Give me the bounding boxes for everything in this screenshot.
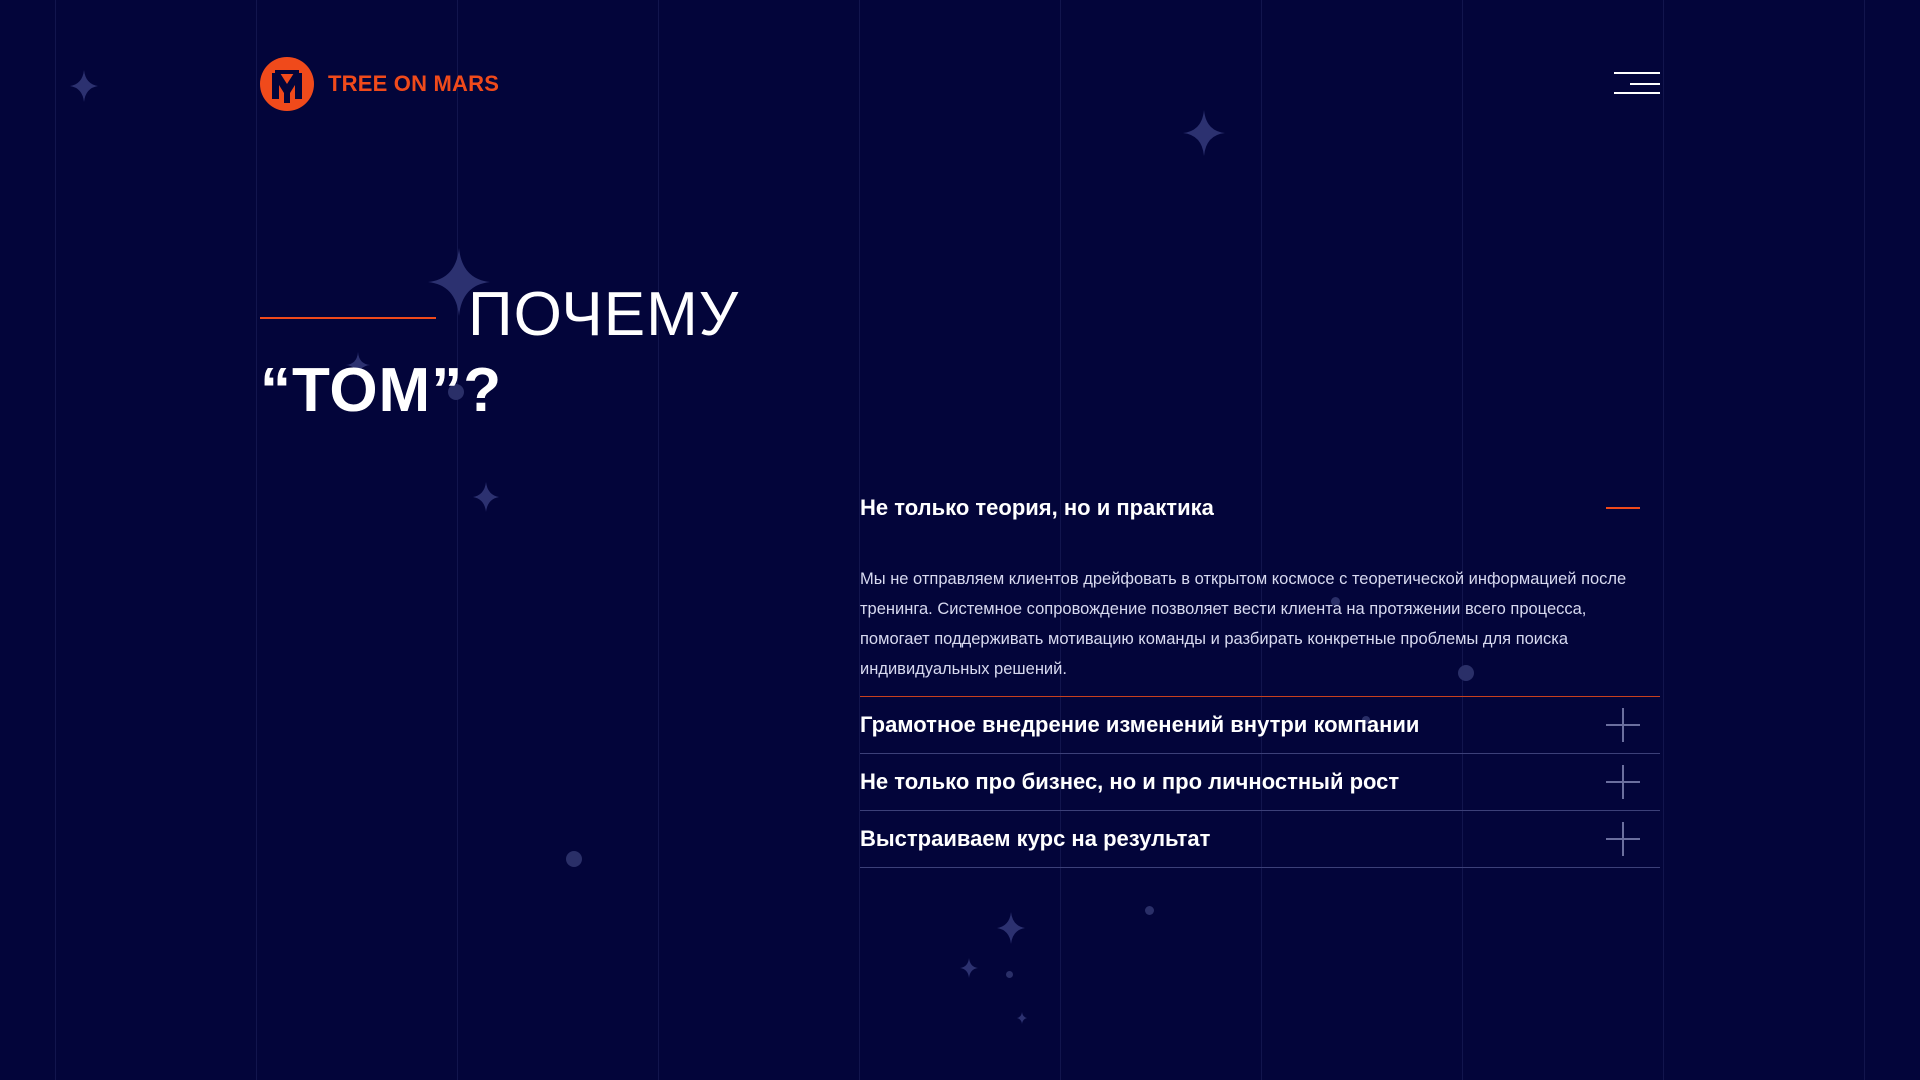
sparkle-star-icon — [1183, 110, 1225, 156]
section-title-line-2: “ТОМ”? — [260, 356, 503, 425]
logo-text: TREE ON MARS — [328, 71, 500, 96]
accordion-body: Мы не отправляем клиентов дрейфовать в о… — [860, 570, 1627, 678]
title-accent-line — [260, 317, 436, 319]
menu-line — [1630, 83, 1660, 85]
minus-icon[interactable] — [1606, 491, 1640, 525]
grid-line — [457, 0, 458, 1080]
accordion-header[interactable]: Не только про бизнес, но и про личностны… — [860, 754, 1660, 810]
plus-icon[interactable] — [1606, 765, 1640, 799]
sparkle-star-icon — [1017, 1012, 1027, 1024]
logo-mark-icon — [260, 57, 314, 111]
accordion-item: Не только теория, но и практика Мы не от… — [860, 478, 1660, 697]
accordion-title: Грамотное внедрение изменений внутри ком… — [860, 712, 1420, 737]
sparkle-star-icon — [997, 912, 1025, 944]
accordion-title: Выстраиваем курс на результат — [860, 826, 1211, 851]
accordion-header[interactable]: Не только теория, но и практика — [860, 478, 1660, 538]
decor-dot — [1006, 971, 1013, 978]
grid-line — [55, 0, 56, 1080]
grid-line — [658, 0, 659, 1080]
plus-icon[interactable] — [1606, 822, 1640, 856]
accordion-item: Грамотное внедрение изменений внутри ком… — [860, 697, 1660, 754]
accordion-header[interactable]: Выстраиваем курс на результат — [860, 811, 1660, 867]
menu-line — [1614, 72, 1660, 74]
sparkle-star-icon — [473, 482, 499, 512]
accordion-title: Не только про бизнес, но и про личностны… — [860, 769, 1400, 794]
section-title-line-1: ПОЧЕМУ — [468, 280, 740, 349]
logo[interactable]: TREE ON MARS — [260, 57, 499, 111]
grid-line — [1864, 0, 1865, 1080]
plus-icon[interactable] — [1606, 708, 1640, 742]
decor-dot — [1145, 906, 1154, 915]
accordion-title: Не только теория, но и практика — [860, 495, 1214, 520]
features-accordion: Не только теория, но и практика Мы не от… — [860, 478, 1660, 868]
decor-dot — [566, 851, 582, 867]
menu-line — [1614, 92, 1660, 94]
sparkle-star-icon — [960, 958, 978, 978]
grid-line — [256, 0, 257, 1080]
hamburger-menu-icon[interactable] — [1614, 72, 1660, 96]
sparkle-star-icon — [70, 70, 98, 102]
accordion-item: Выстраиваем курс на результат — [860, 811, 1660, 868]
grid-line — [1663, 0, 1664, 1080]
accordion-header[interactable]: Грамотное внедрение изменений внутри ком… — [860, 697, 1660, 753]
accordion-item: Не только про бизнес, но и про личностны… — [860, 754, 1660, 811]
